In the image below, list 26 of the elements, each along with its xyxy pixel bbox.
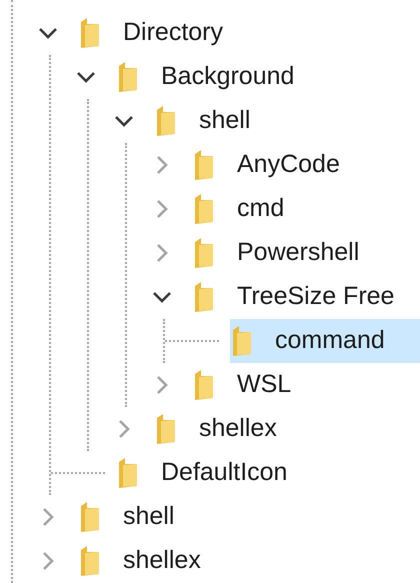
tree-item[interactable]: Powershell [192,231,364,275]
folder-icon [231,324,253,358]
folder-icon [79,500,101,534]
folder-icon [193,368,215,402]
tree-item[interactable]: shell [78,495,178,539]
folder-icon [117,456,139,490]
folder-icon [155,104,177,138]
tree-item[interactable]: TreeSize Free [192,275,398,319]
folder-icon [79,16,101,50]
folder-icon [117,60,139,94]
tree-item[interactable]: shellex [154,407,281,451]
tree-item[interactable]: cmd [192,187,288,231]
folder-icon [193,148,215,182]
tree-item[interactable]: shellex [78,539,205,583]
tree-item[interactable]: DefaultIcon [116,451,292,495]
tree-item[interactable]: Directory [78,11,228,55]
tree-item[interactable]: shell [154,99,254,143]
tree-item[interactable]: AnyCode [192,143,344,187]
folder-icon [155,412,177,446]
tree-item[interactable]: Background [116,55,298,99]
tree-item[interactable]: command [230,319,420,363]
folder-icon [193,280,215,314]
folder-icon [79,544,101,578]
folder-icon [193,236,215,270]
tree-item[interactable]: WSL [192,363,296,407]
folder-icon [193,192,215,226]
